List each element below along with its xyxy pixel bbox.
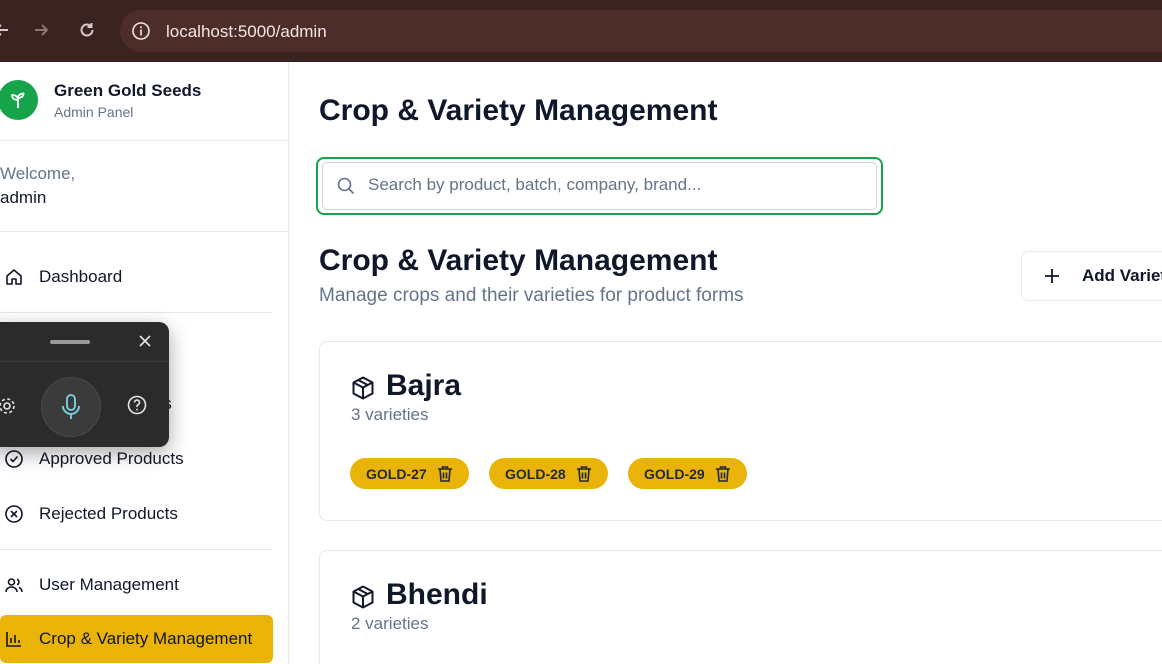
close-icon[interactable]: [136, 332, 154, 350]
divider: [0, 361, 169, 362]
section-title: Crop & Variety Management: [319, 244, 718, 277]
address-bar[interactable]: localhost:5000/admin: [120, 10, 1162, 52]
sidebar-item-label: Approved Products: [39, 449, 184, 468]
check-circle-icon: [4, 449, 24, 469]
search-input[interactable]: [368, 171, 848, 199]
variety-label: GOLD-27: [366, 465, 427, 482]
microphone-icon: [62, 394, 80, 419]
brand-subtitle: Admin Panel: [54, 104, 134, 120]
x-circle-icon: [4, 504, 24, 524]
section-subtitle: Manage crops and their varieties for pro…: [319, 285, 744, 306]
divider: [0, 312, 273, 313]
microphone-button[interactable]: [41, 377, 101, 437]
page-title: Crop & Variety Management: [319, 94, 718, 127]
package-icon: [350, 584, 376, 610]
add-variety-label: Add Variety: [1082, 266, 1162, 285]
sidebar-item-label: Rejected Products: [39, 504, 178, 523]
welcome-label: Welcome,: [0, 164, 76, 183]
sidebar-item-rejected-products[interactable]: Rejected Products: [0, 490, 273, 538]
plus-icon: [1042, 266, 1062, 286]
url-text[interactable]: localhost:5000/admin: [166, 22, 327, 42]
help-icon[interactable]: [126, 394, 148, 416]
package-icon: [350, 375, 376, 401]
sidebar-item-crop-variety-management[interactable]: Crop & Variety Management: [0, 615, 273, 663]
variety-label: GOLD-29: [644, 465, 705, 482]
sidebar-item-label: User Management: [39, 575, 179, 594]
search-field[interactable]: [316, 157, 883, 215]
brand-name: Green Gold Seeds: [54, 81, 202, 100]
sidebar-item-label: Crop & Variety Management: [39, 629, 253, 648]
sidebar-item-label: Dashboard: [39, 267, 123, 286]
variety-chip: GOLD-28: [489, 458, 608, 489]
reload-icon[interactable]: [75, 18, 99, 42]
variety-label: GOLD-28: [505, 465, 566, 482]
drag-handle[interactable]: [50, 340, 90, 344]
voice-typing-widget[interactable]: [0, 322, 169, 447]
variety-chip: GOLD-27: [350, 458, 469, 489]
variety-count: 2 varieties: [351, 614, 429, 633]
main-content: Crop & Variety Management Crop & Variety…: [289, 62, 1162, 664]
users-icon: [4, 575, 24, 595]
search-icon: [336, 176, 356, 196]
sprout-logo-icon: [0, 80, 38, 120]
crop-card: Bhendi 2 varieties: [319, 550, 1162, 664]
site-info-icon[interactable]: [130, 20, 152, 42]
brand-header: Green Gold Seeds Admin Panel: [0, 62, 288, 141]
forward-icon[interactable]: [29, 18, 53, 42]
crop-name: Bajra: [386, 369, 462, 402]
home-icon: [4, 267, 24, 287]
trash-icon[interactable]: [715, 465, 731, 483]
divider: [0, 549, 273, 550]
variety-count: 3 varieties: [351, 405, 429, 424]
back-icon[interactable]: [0, 18, 14, 42]
bar-chart-icon: [4, 629, 24, 649]
crop-card: Bajra 3 varieties GOLD-27 GOLD-28 GOLD-2…: [319, 341, 1162, 521]
trash-icon[interactable]: [576, 465, 592, 483]
welcome-block: Welcome, admin: [0, 141, 288, 232]
browser-toolbar: localhost:5000/admin: [0, 0, 1162, 62]
variety-chip: GOLD-29: [628, 458, 747, 489]
sidebar-item-user-management[interactable]: User Management: [0, 561, 273, 609]
trash-icon[interactable]: [437, 465, 453, 483]
gear-icon[interactable]: [0, 395, 18, 417]
add-variety-button[interactable]: Add Variety: [1021, 251, 1162, 301]
sidebar-item-dashboard[interactable]: Dashboard: [0, 253, 273, 301]
username: admin: [0, 188, 47, 207]
crop-name: Bhendi: [386, 578, 488, 611]
